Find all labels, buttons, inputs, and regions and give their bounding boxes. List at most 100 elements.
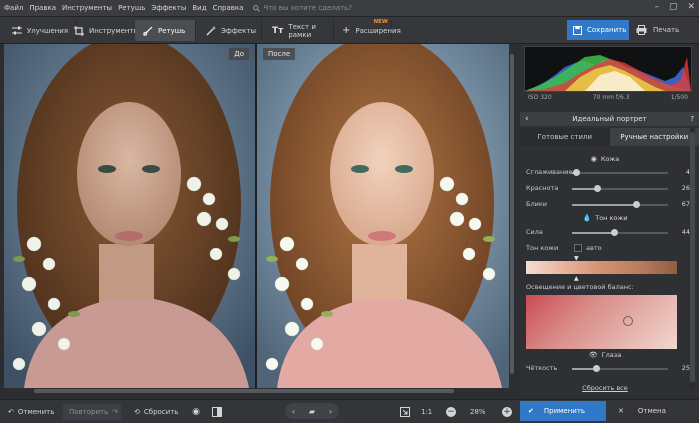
fit-screen-button[interactable] (397, 404, 413, 420)
canvas-vertical-scrollbar[interactable] (509, 44, 515, 388)
menu-edit[interactable]: Правка (29, 4, 56, 12)
minimize-icon[interactable]: – (654, 2, 659, 12)
prev-image-icon[interactable]: ‹ (292, 407, 295, 416)
tab-text-frames[interactable]: Tт Текст и рамки (264, 20, 334, 41)
scroll-thumb[interactable] (34, 389, 454, 393)
slider-track[interactable] (572, 365, 668, 372)
menu-help[interactable]: Справка (213, 4, 244, 12)
slider-track[interactable] (572, 229, 668, 236)
eyes-section-header: 👁 Глаза (520, 350, 690, 360)
scroll-thumb[interactable] (510, 54, 514, 374)
menu-bar: Файл Правка Инструменты Ретушь Эффекты В… (0, 0, 699, 17)
strength-slider[interactable]: Сила 44 (526, 228, 690, 238)
exif-iso: ISO 320 (528, 94, 552, 101)
search-placeholder: Что вы хотите сделать? (263, 4, 353, 12)
scroll-thumb[interactable] (690, 132, 695, 382)
slider-knob[interactable] (611, 229, 619, 236)
next-image-icon[interactable]: › (329, 407, 332, 416)
menu-tools[interactable]: Инструменты (62, 4, 112, 12)
redness-slider[interactable]: Краснота 26 (526, 184, 690, 194)
zoom-out-icon: − (446, 407, 456, 417)
search-icon (253, 4, 261, 12)
tone-marker-bottom-icon[interactable]: ▲ (574, 275, 579, 282)
help-icon[interactable]: ? (690, 115, 694, 123)
highlights-label: Блики (526, 200, 547, 208)
menu-retouch[interactable]: Ретушь (118, 4, 145, 12)
lighting-color-pad[interactable] (526, 295, 677, 349)
color-picker-handle[interactable] (623, 316, 633, 326)
reset-button[interactable]: ⟲ Сбросить (134, 404, 178, 420)
skin-section-label: Кожа (600, 155, 620, 163)
tab-manual-settings[interactable]: Ручные настройки (609, 128, 699, 146)
skin-tone-section-label: Тон кожи (595, 214, 628, 222)
histogram-graph (525, 55, 691, 91)
tab-retouch[interactable]: Ретушь (135, 20, 196, 41)
zoom-in-icon: + (502, 407, 512, 417)
tab-effects[interactable]: Эффекты (198, 20, 262, 41)
slider-knob[interactable] (572, 169, 580, 176)
after-label: После (263, 48, 296, 60)
sharpness-label: Чёткость (526, 364, 558, 372)
skin-tone-gradient[interactable] (526, 261, 677, 274)
back-icon[interactable]: ‹ (525, 114, 529, 124)
slider-knob[interactable] (593, 365, 600, 372)
tab-preset-styles[interactable]: Готовые стили (520, 128, 610, 146)
zoom-in-button[interactable]: + (499, 404, 515, 420)
search-box[interactable]: Что вы хотите сделать? (253, 4, 352, 12)
exif-lens: 70 mm f/6.3 (592, 94, 630, 101)
fit-screen-icon (400, 407, 410, 417)
slider-track[interactable] (572, 169, 668, 176)
redo-icon: ↷ (112, 408, 119, 416)
apply-button[interactable]: ✔ Применить (520, 401, 606, 421)
highlights-slider[interactable]: Блики 67 (526, 200, 690, 210)
panel-scrollbar[interactable] (690, 128, 695, 390)
maximize-icon[interactable]: ▢ (669, 2, 678, 12)
slider-knob[interactable] (633, 201, 641, 208)
text-icon: Tт (272, 25, 284, 36)
undo-button[interactable]: ↶ Отменить (8, 404, 54, 420)
tab-retouch-label: Ретушь (158, 26, 186, 35)
exif-shutter: 1/500 (670, 94, 688, 101)
portrait-after-image (257, 44, 515, 388)
preview-eye-button[interactable]: ◉ (188, 404, 204, 420)
folder-icon[interactable]: ▰ (309, 407, 315, 416)
slider-fill (572, 232, 615, 234)
reset-label: Сбросить (143, 408, 179, 416)
close-icon[interactable]: ✕ (687, 2, 695, 12)
print-button[interactable]: Печать (636, 20, 679, 40)
zoom-1to1-button[interactable]: 1:1 (421, 404, 432, 420)
compare-button[interactable] (209, 404, 225, 420)
printer-icon (636, 25, 647, 35)
panel-subtabs: Готовые стили Ручные настройки (520, 128, 699, 146)
image-canvas[interactable]: До После (4, 44, 515, 388)
tab-extensions[interactable]: + Расширения NEW (334, 19, 401, 41)
cancel-x-icon: ✕ (618, 407, 624, 415)
eye-icon: 👁 (588, 351, 598, 359)
skin-tone-label: Тон кожи (526, 244, 559, 252)
slider-track[interactable] (572, 201, 668, 208)
redo-button[interactable]: Повторить ↷ (63, 404, 121, 420)
smoothing-label: Сглаживание (526, 168, 573, 176)
undo-label: Отменить (17, 408, 55, 416)
slider-knob[interactable] (593, 185, 601, 192)
new-badge: NEW (373, 19, 388, 25)
smoothing-slider[interactable]: Сглаживание 4 (526, 168, 690, 178)
canvas-horizontal-scrollbar[interactable] (4, 388, 515, 394)
auto-checkbox[interactable] (574, 244, 582, 252)
skin-icon: ◉ (590, 155, 597, 163)
check-icon: ✔ (528, 407, 534, 415)
slider-track[interactable] (572, 185, 668, 192)
reset-all-link[interactable]: Сбросить все (520, 384, 690, 392)
zoom-out-button[interactable]: − (443, 404, 459, 420)
tab-tools-label: Инструменты (89, 26, 140, 35)
eyes-section-label: Глаза (601, 351, 622, 359)
undo-icon: ↶ (8, 408, 14, 416)
save-button[interactable]: Сохранить (567, 20, 629, 40)
cancel-button[interactable]: ✕ Отмена (612, 401, 692, 421)
menu-view[interactable]: Вид (192, 4, 206, 12)
floppy-icon (573, 25, 582, 35)
menu-effects[interactable]: Эффекты (151, 4, 186, 12)
sharpness-slider[interactable]: Чёткость 25 (526, 364, 690, 374)
histogram (524, 46, 692, 92)
menu-file[interactable]: Файл (4, 4, 23, 12)
